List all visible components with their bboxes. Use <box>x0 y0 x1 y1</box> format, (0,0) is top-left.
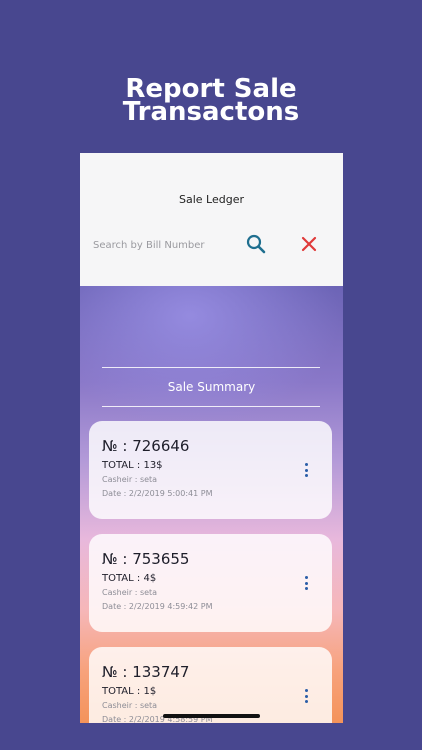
promo-title: Report Sale Transactons <box>0 76 422 127</box>
bill-date: Date : 2/2/2019 4:59:42 PM <box>102 602 213 611</box>
transaction-card[interactable]: № : 133747 TOTAL : 1$ Casheir : seta Dat… <box>89 647 332 723</box>
more-vertical-icon[interactable] <box>301 463 311 477</box>
ledger-content: Sale Summary № : 726646 TOTAL : 13$ Cash… <box>80 286 343 723</box>
bill-total: TOTAL : 13$ <box>102 460 163 471</box>
summary-divider-bottom <box>102 406 320 407</box>
bill-date: Date : 2/2/2019 5:00:41 PM <box>102 489 213 498</box>
summary-divider-top <box>102 367 320 368</box>
bill-number: № : 726646 <box>102 437 190 455</box>
more-vertical-icon[interactable] <box>301 576 311 590</box>
clear-search-button[interactable] <box>296 231 322 257</box>
bill-total: TOTAL : 4$ <box>102 573 157 584</box>
search-icon <box>246 234 266 254</box>
bill-number: № : 753655 <box>102 550 190 568</box>
transaction-card[interactable]: № : 726646 TOTAL : 13$ Casheir : seta Da… <box>89 421 332 519</box>
summary-heading: Sale Summary <box>167 380 256 394</box>
close-icon <box>301 236 317 252</box>
more-vertical-icon[interactable] <box>301 689 311 703</box>
bill-number: № : 133747 <box>102 663 190 681</box>
search-input[interactable] <box>93 235 233 255</box>
page-title: Sale Ledger <box>178 193 244 206</box>
search-button[interactable] <box>243 231 269 257</box>
transaction-card[interactable]: № : 753655 TOTAL : 4$ Casheir : seta Dat… <box>89 534 332 632</box>
bill-cashier: Casheir : seta <box>102 588 158 597</box>
promo-title-line-2: Transactons <box>122 97 300 127</box>
bill-total: TOTAL : 1$ <box>102 686 157 697</box>
bill-cashier: Casheir : seta <box>102 701 158 710</box>
phone-screen: Sale Ledger Sale Summary № : 726646 TOTA… <box>80 153 343 723</box>
home-indicator[interactable] <box>163 714 260 718</box>
app-header: Sale Ledger <box>80 153 343 286</box>
bill-cashier: Casheir : seta <box>102 475 158 484</box>
